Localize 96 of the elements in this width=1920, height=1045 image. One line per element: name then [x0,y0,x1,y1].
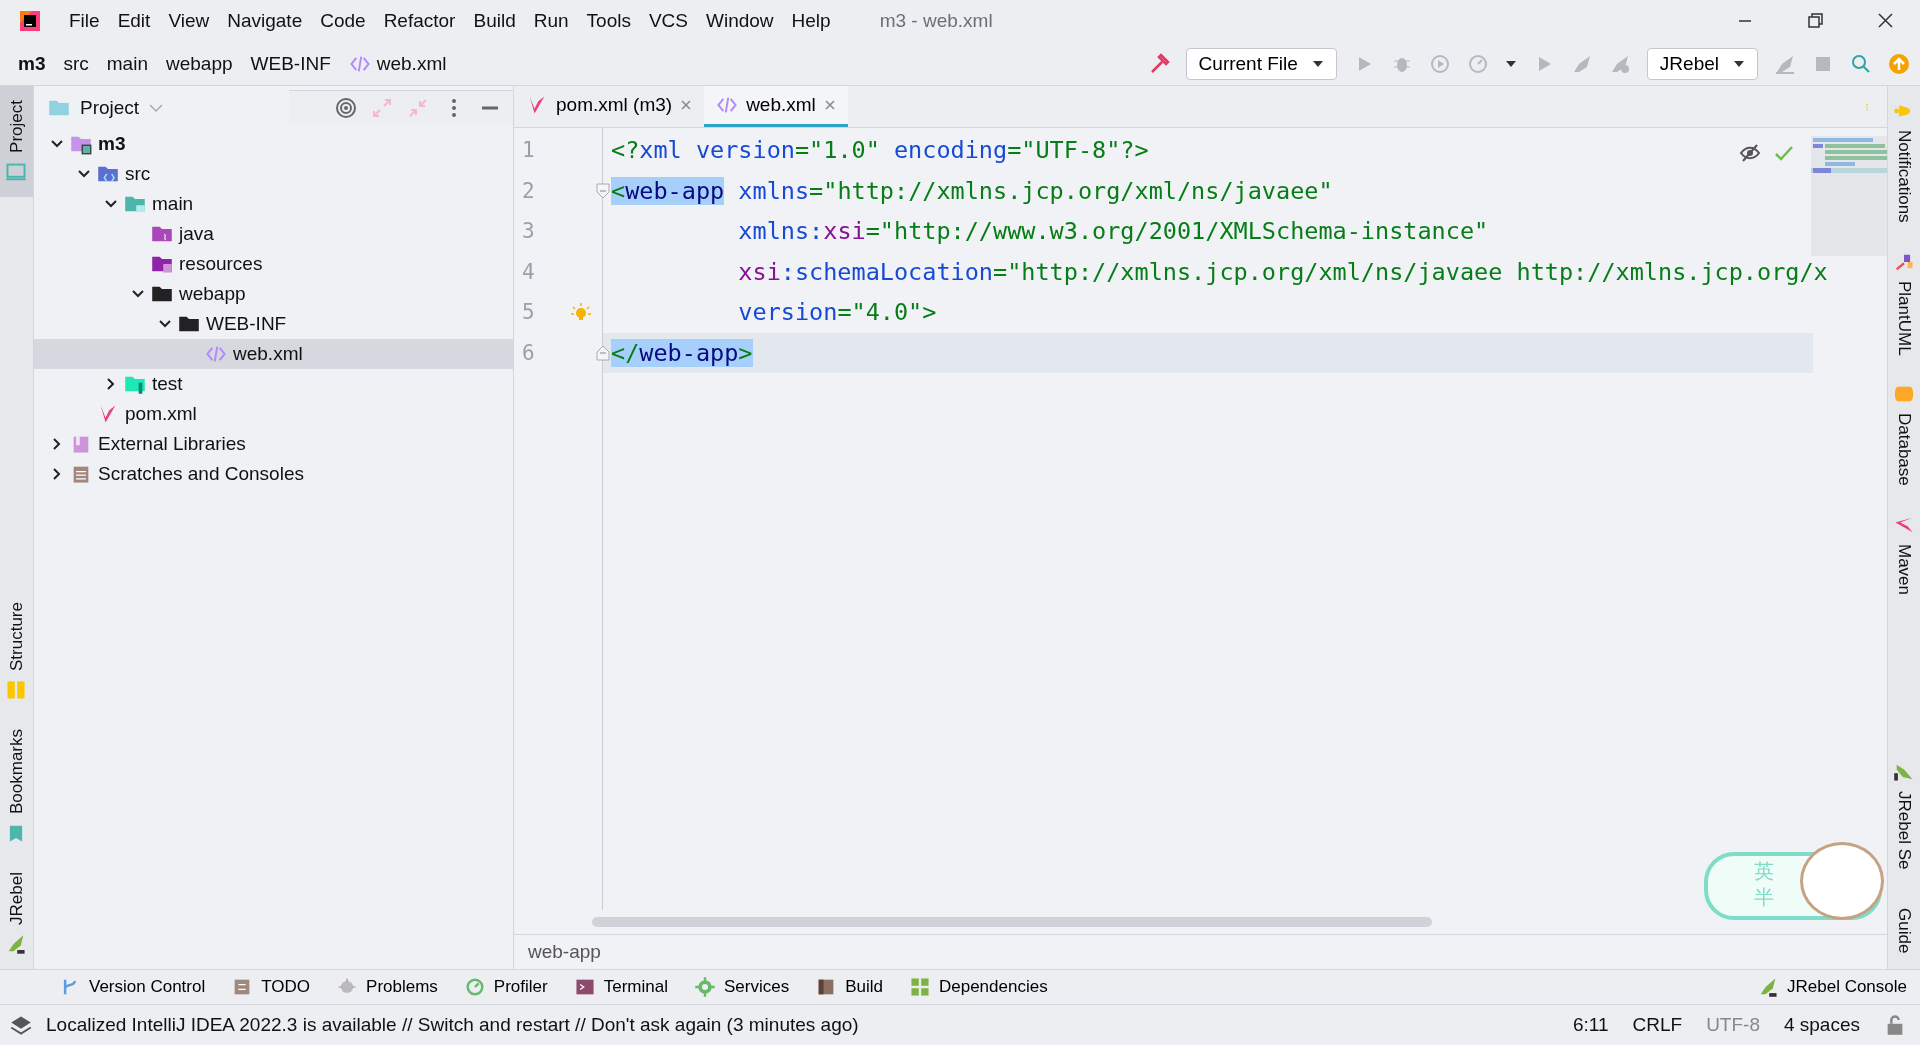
coverage-icon[interactable] [1428,52,1451,75]
tool-window-button[interactable]: Problems [323,976,451,998]
editor-tab[interactable]: web.xml [704,86,848,127]
tool-window-tab[interactable]: Maven [1889,500,1919,610]
menu-item[interactable]: View [159,10,219,32]
status-message[interactable]: Localized IntelliJ IDEA 2022.3 is available // Switch and restart // Don't ask again (3 minutes ago) [46,1014,859,1036]
widget-text: 英 [1754,859,1774,884]
menu-item[interactable]: File [60,10,109,32]
tool-window-button[interactable]: Dependencies [895,976,1061,998]
minimap-drawing[interactable] [1811,136,1887,256]
code-line: xmlns:xsi="http://www.w3.org/2001/XMLSchema-instance" [737,217,1489,246]
editor-breadcrumb[interactable]: web-app [528,941,601,963]
tool-window-button[interactable]: Version Control [46,976,219,998]
run-config-dropdown[interactable]: Current File [1185,47,1337,80]
breadcrumb[interactable]: WEB-INF [241,52,340,75]
code-line: <web-app xmlns="http://xmlns.jcp.org/xml/ns/javaee" [611,176,1333,205]
tree-item[interactable]: main [34,189,513,219]
editor-tab[interactable]: pom.xml (m3) [514,86,705,127]
tree-item[interactable]: WEB-INF [34,309,513,339]
tool-window-button[interactable]: Build [802,976,896,998]
tree-item[interactable]: m3 [34,129,513,159]
widget-text: 半 [1754,885,1774,910]
menu-item[interactable]: Tools [577,10,640,32]
breadcrumb[interactable]: web.xml [339,52,456,75]
tree-item[interactable]: External Libraries [34,429,513,459]
tool-window-button[interactable]: JRebel Console [1744,976,1920,998]
menu-item[interactable]: Refactor [374,10,465,32]
caret-icon [1733,59,1745,68]
tool-window-button[interactable]: Terminal [560,976,681,998]
close-icon[interactable] [823,99,836,111]
tree-item[interactable]: java [34,219,513,249]
tool-window-tab[interactable]: Project [0,86,33,197]
scrollbar[interactable] [592,917,1432,927]
tool-window-tab[interactable]: PlantUML [1889,236,1919,370]
grid-icon [908,976,931,998]
menu-item[interactable]: Window [697,10,783,32]
menu-item[interactable]: Code [311,10,375,32]
status-item[interactable]: CRLF [1632,1014,1683,1036]
app-logo-icon [18,9,42,33]
line-number: 1 [522,138,535,163]
tree-item[interactable]: pom.xml [34,399,513,429]
tree-item[interactable]: test [34,369,513,399]
layers-icon[interactable] [10,1014,32,1036]
breadcrumb[interactable]: m3 [0,52,55,75]
tree-item[interactable]: Scratches and Consoles [34,459,513,489]
gauge-icon[interactable] [1466,52,1489,75]
caret-icon [1311,59,1324,68]
status-item[interactable]: 6:11 [1572,1014,1609,1036]
line-number: 6 [522,340,535,365]
tree-item[interactable]: web.xml [34,339,513,369]
search-icon[interactable] [1850,52,1872,75]
breadcrumb[interactable]: main [97,52,157,75]
structure-icon [5,679,28,702]
window-title: m3 - web.xml [879,10,993,32]
fold-icon[interactable] [596,344,610,361]
breadcrumb[interactable]: src [54,52,98,75]
tool-window-tab[interactable]: Database [1889,369,1919,501]
expand-icon[interactable] [371,97,393,119]
line-number: 3 [522,219,535,244]
menu-item[interactable]: Build [464,10,525,32]
tool-window-button[interactable]: Profiler [450,976,561,998]
collapse-icon[interactable] [407,97,429,119]
status-item[interactable]: 4 spaces [1783,1014,1860,1036]
tool-window-button[interactable]: TODO [218,976,324,998]
tool-window-tab[interactable]: Notifications [1889,86,1919,237]
tree-item[interactable]: webapp [34,279,513,309]
tool-window-tab[interactable]: Guide [1894,907,1914,969]
tool-window-tab[interactable]: JRebel [0,858,33,969]
code-line: xsi:schemaLocation="http://xmlns.jcp.org/xml/ns/javaee http://xmlns.jcp.org/x [737,257,1828,286]
tool-window-tab[interactable]: Bookmarks [0,715,33,859]
line-number: 2 [522,178,535,203]
menu-item[interactable]: Help [782,10,840,32]
code-line: version="4.0"> [737,298,937,327]
menu-item[interactable]: VCS [639,10,697,32]
tool-window-button[interactable]: Services [680,976,803,998]
eye-slash-icon[interactable] [1739,142,1761,164]
menu-item[interactable]: Navigate [218,10,312,32]
target-icon[interactable] [335,97,357,119]
gear-icon [693,976,716,998]
tree-item[interactable]: resources [34,249,513,279]
menu-item[interactable]: Run [524,10,578,32]
tool-window-tab[interactable]: Structure [0,588,33,716]
breadcrumb[interactable]: webapp [157,52,242,75]
tree-item[interactable]: src [34,159,513,189]
tool-window-tab[interactable]: JRebel Se [1889,747,1919,884]
line-number: 4 [522,259,535,284]
line-number: 5 [522,300,535,325]
close-icon[interactable] [680,99,693,111]
caret-icon [1504,59,1517,68]
menu-item[interactable]: Edit [108,10,160,32]
update-icon[interactable] [1888,52,1910,75]
code-line: <?xml version="1.0" encoding="UTF-8"?> [611,136,1149,165]
code-line: </web-app> [611,338,753,367]
fold-icon[interactable] [596,182,610,199]
panel-title[interactable]: Project [80,96,140,119]
jrebel-dropdown[interactable]: JRebel [1646,47,1758,80]
